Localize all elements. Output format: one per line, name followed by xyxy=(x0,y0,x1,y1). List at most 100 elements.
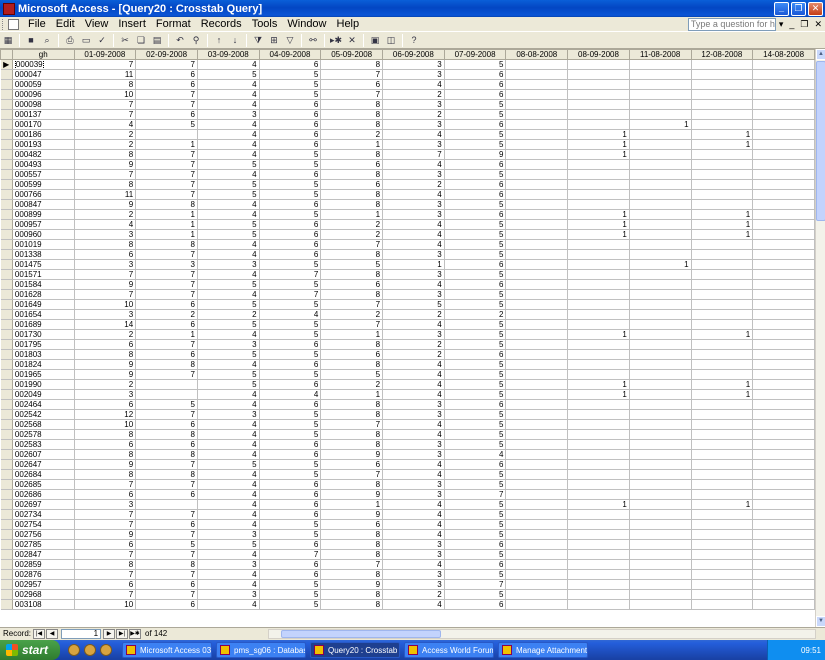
table-row[interactable]: 000170 4 5 4 6 8 3 6 1 xyxy=(0,119,815,130)
table-cell[interactable] xyxy=(629,99,692,110)
table-cell[interactable] xyxy=(752,529,815,540)
table-cell[interactable] xyxy=(691,259,754,270)
table-cell[interactable] xyxy=(567,249,630,260)
table-cell[interactable] xyxy=(691,509,754,520)
table-cell[interactable]: 3 xyxy=(197,409,260,420)
table-cell[interactable]: 1 xyxy=(135,219,198,230)
table-cell[interactable]: 5 xyxy=(197,379,260,390)
table-cell[interactable]: 5 xyxy=(259,409,322,420)
table-cell[interactable] xyxy=(691,189,754,200)
table-row[interactable]: 002697 3 4 6 1 4 5 1 1 xyxy=(0,499,815,510)
gh-cell[interactable]: 000137 xyxy=(12,109,75,120)
table-cell[interactable]: 6 xyxy=(259,569,322,580)
table-cell[interactable]: 4 xyxy=(197,439,260,450)
table-cell[interactable] xyxy=(629,169,692,180)
table-cell[interactable] xyxy=(505,89,569,100)
row-selector[interactable] xyxy=(0,349,13,360)
table-cell[interactable] xyxy=(505,389,569,400)
table-cell[interactable]: 4 xyxy=(382,389,445,400)
table-cell[interactable]: 5 xyxy=(444,519,507,530)
document-icon[interactable] xyxy=(8,18,19,30)
table-cell[interactable]: 8 xyxy=(74,179,137,190)
table-cell[interactable]: 8 xyxy=(320,599,384,610)
table-cell[interactable] xyxy=(691,479,754,490)
row-selector[interactable] xyxy=(0,489,13,500)
table-cell[interactable]: 4 xyxy=(197,139,260,150)
table-cell[interactable]: 7 xyxy=(320,239,384,250)
table-cell[interactable]: 7 xyxy=(135,89,198,100)
table-cell[interactable] xyxy=(567,349,630,360)
table-cell[interactable] xyxy=(691,169,754,180)
table-cell[interactable]: 2 xyxy=(74,209,137,220)
table-row[interactable]: 001730 2 1 4 5 1 3 5 1 1 xyxy=(0,329,815,340)
table-cell[interactable]: 3 xyxy=(382,289,445,300)
table-cell[interactable] xyxy=(629,79,692,90)
menu-view[interactable]: View xyxy=(80,18,114,30)
table-cell[interactable]: 5 xyxy=(444,109,507,120)
table-cell[interactable] xyxy=(629,189,692,200)
table-cell[interactable] xyxy=(752,179,815,190)
table-cell[interactable]: 4 xyxy=(197,239,260,250)
table-cell[interactable]: 5 xyxy=(259,159,322,170)
table-cell[interactable]: 7 xyxy=(74,519,137,530)
column-header[interactable]: 04-09-2008 xyxy=(258,49,322,60)
table-cell[interactable] xyxy=(752,419,815,430)
table-cell[interactable] xyxy=(691,119,754,130)
table-cell[interactable]: 3 xyxy=(197,339,260,350)
table-cell[interactable] xyxy=(691,369,754,380)
table-cell[interactable]: 7 xyxy=(135,159,198,170)
table-row[interactable]: 000096 10 7 4 5 7 2 6 xyxy=(0,89,815,100)
table-row[interactable]: 001649 10 6 5 5 7 5 5 xyxy=(0,299,815,310)
table-row[interactable]: 003108 10 6 4 5 8 4 6 xyxy=(0,599,815,610)
gh-cell[interactable]: 002756 xyxy=(12,529,75,540)
table-cell[interactable] xyxy=(752,599,815,610)
close-button[interactable]: ✕ xyxy=(808,1,823,16)
table-cell[interactable] xyxy=(629,589,692,600)
table-cell[interactable]: 8 xyxy=(320,249,384,260)
table-row[interactable]: 001803 8 6 5 5 6 2 6 xyxy=(0,349,815,360)
table-cell[interactable]: 2 xyxy=(74,129,137,140)
row-selector[interactable] xyxy=(0,399,13,410)
table-cell[interactable] xyxy=(505,209,569,220)
table-cell[interactable]: 2 xyxy=(74,379,137,390)
table-cell[interactable]: 6 xyxy=(259,399,322,410)
table-cell[interactable] xyxy=(567,159,630,170)
table-row[interactable]: 000193 2 1 4 6 1 3 5 1 1 xyxy=(0,139,815,150)
row-selector[interactable] xyxy=(0,119,13,130)
table-cell[interactable]: 6 xyxy=(259,99,322,110)
table-row[interactable]: 002607 8 8 4 6 9 3 4 xyxy=(0,449,815,460)
previous-record-icon[interactable]: ◀ xyxy=(46,628,59,639)
table-cell[interactable] xyxy=(752,539,815,550)
table-cell[interactable]: 3 xyxy=(74,229,137,240)
row-selector[interactable] xyxy=(0,99,13,110)
table-row[interactable]: 001795 6 7 3 6 8 2 5 xyxy=(0,339,815,350)
table-cell[interactable] xyxy=(691,199,754,210)
table-cell[interactable]: 1 xyxy=(691,229,754,240)
print-icon[interactable]: ⎙ xyxy=(64,34,77,47)
table-cell[interactable]: 1 xyxy=(691,379,754,390)
column-header[interactable]: 07-09-2008 xyxy=(443,49,507,60)
table-cell[interactable]: 10 xyxy=(74,299,137,310)
table-row[interactable]: 001654 3 2 2 4 2 2 2 xyxy=(0,309,815,320)
table-cell[interactable] xyxy=(567,509,630,520)
table-cell[interactable]: 1 xyxy=(567,379,630,390)
table-cell[interactable]: 6 xyxy=(135,489,198,500)
table-cell[interactable] xyxy=(752,159,815,170)
table-cell[interactable] xyxy=(629,529,692,540)
table-cell[interactable]: 1 xyxy=(691,209,754,220)
table-cell[interactable] xyxy=(752,389,815,400)
table-cell[interactable] xyxy=(567,289,630,300)
table-cell[interactable] xyxy=(752,229,815,240)
table-cell[interactable]: 5 xyxy=(135,119,198,130)
table-cell[interactable]: 4 xyxy=(197,119,260,130)
quicklaunch-icon-1[interactable] xyxy=(68,644,80,656)
column-header[interactable]: 03-09-2008 xyxy=(196,49,260,60)
row-selector[interactable] xyxy=(0,369,13,380)
table-cell[interactable]: 6 xyxy=(135,579,198,590)
table-cell[interactable]: 4 xyxy=(197,479,260,490)
table-cell[interactable]: 5 xyxy=(259,279,322,290)
paste-icon[interactable]: ▤ xyxy=(151,34,164,47)
table-cell[interactable]: 4 xyxy=(197,579,260,590)
table-cell[interactable]: 4 xyxy=(382,369,445,380)
table-row[interactable]: 002754 7 6 4 5 6 4 5 xyxy=(0,519,815,530)
